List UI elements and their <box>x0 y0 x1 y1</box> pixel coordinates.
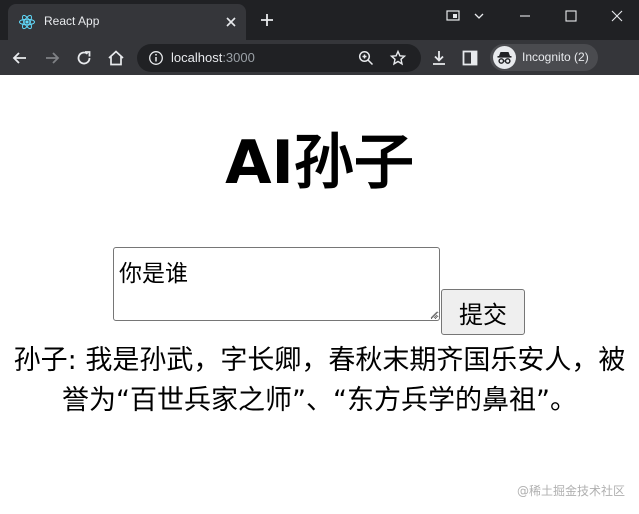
close-icon[interactable] <box>222 13 240 31</box>
answer-text: 孙子: 我是孙武，字长卿，春秋末期齐国乐安人，被誉为“百世兵家之师”、“东方兵学… <box>13 345 626 416</box>
url-text: localhost:3000 <box>171 50 255 65</box>
side-panel-icon[interactable] <box>460 48 480 68</box>
question-input[interactable]: 你是谁 <box>113 247 440 321</box>
zoom-icon[interactable] <box>357 49 375 67</box>
url-port: :3000 <box>222 50 255 65</box>
download-icon[interactable] <box>429 48 449 68</box>
page-viewport: AI孙子 你是谁 提交 孙子: 我是孙武，字长卿，春秋末期齐国乐安人，被誉为“百… <box>0 75 639 514</box>
plus-icon[interactable] <box>258 11 276 29</box>
browser-toolbar: localhost:3000 Incognito (2) <box>0 40 639 75</box>
minimize-icon[interactable] <box>502 0 548 32</box>
resize-grip-icon[interactable] <box>428 309 438 319</box>
info-icon[interactable] <box>148 50 164 66</box>
page-title: AI孙子 <box>225 128 414 198</box>
incognito-icon <box>493 46 516 69</box>
watermark: @稀土掘金技术社区 <box>516 484 625 498</box>
profile-label: Incognito (2) <box>522 50 589 64</box>
reload-icon[interactable] <box>74 48 94 68</box>
tab-title: React App <box>44 14 100 28</box>
maximize-icon[interactable] <box>548 0 594 32</box>
react-favicon <box>19 14 35 30</box>
tab-search-icon[interactable] <box>456 0 502 32</box>
star-icon[interactable] <box>389 49 407 67</box>
browser-tab-bar: React App <box>0 0 639 40</box>
address-bar[interactable]: localhost:3000 <box>137 44 421 72</box>
close-window-icon[interactable] <box>594 0 639 32</box>
submit-button[interactable]: 提交 <box>441 289 525 335</box>
home-icon[interactable] <box>106 48 126 68</box>
browser-tab[interactable]: React App <box>8 4 246 40</box>
profile-button[interactable]: Incognito (2) <box>490 44 598 71</box>
url-host: localhost <box>171 50 223 65</box>
forward-icon[interactable] <box>42 48 62 68</box>
back-icon[interactable] <box>10 48 30 68</box>
